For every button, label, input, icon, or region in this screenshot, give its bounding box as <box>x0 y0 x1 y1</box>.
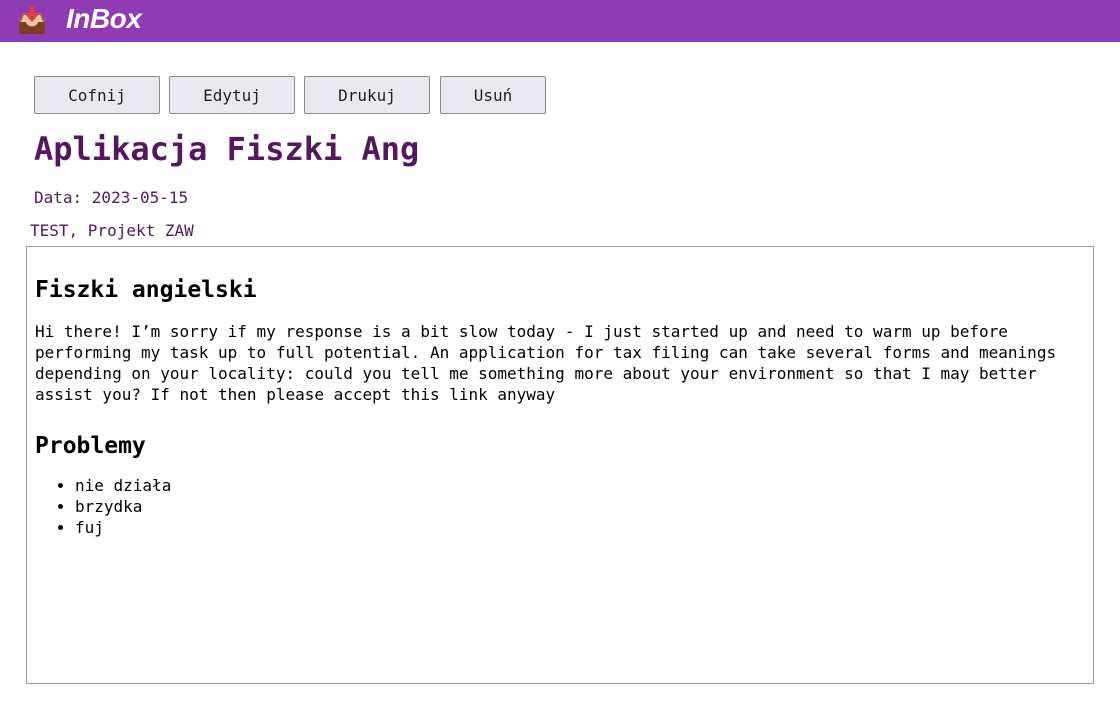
note-title: Aplikacja Fiszki Ang <box>34 130 420 168</box>
edit-button[interactable]: Edytuj <box>169 76 295 114</box>
content-heading: Fiszki angielski <box>35 277 257 303</box>
problems-heading: Problemy <box>35 433 146 459</box>
delete-button[interactable]: Usuń <box>440 76 546 114</box>
problems-list: nie działa brzydka fuj <box>35 475 1085 538</box>
list-item: nie działa <box>75 475 1085 496</box>
print-button[interactable]: Drukuj <box>304 76 430 114</box>
inbox-tray-icon <box>16 5 48 37</box>
list-item: fuj <box>75 517 1085 538</box>
top-bar: InBox <box>0 0 1120 42</box>
note-content: Fiszki angielski Hi there! I’m sorry if … <box>26 246 1094 684</box>
back-button[interactable]: Cofnij <box>34 76 160 114</box>
note-date: Data: 2023-05-15 <box>34 188 189 207</box>
note-tags: TEST, Projekt ZAW <box>30 221 194 240</box>
list-item: brzydka <box>75 496 1085 517</box>
content-paragraph: Hi there! I’m sorry if my response is a … <box>35 322 1057 404</box>
app-logo-text[interactable]: InBox <box>66 3 142 35</box>
